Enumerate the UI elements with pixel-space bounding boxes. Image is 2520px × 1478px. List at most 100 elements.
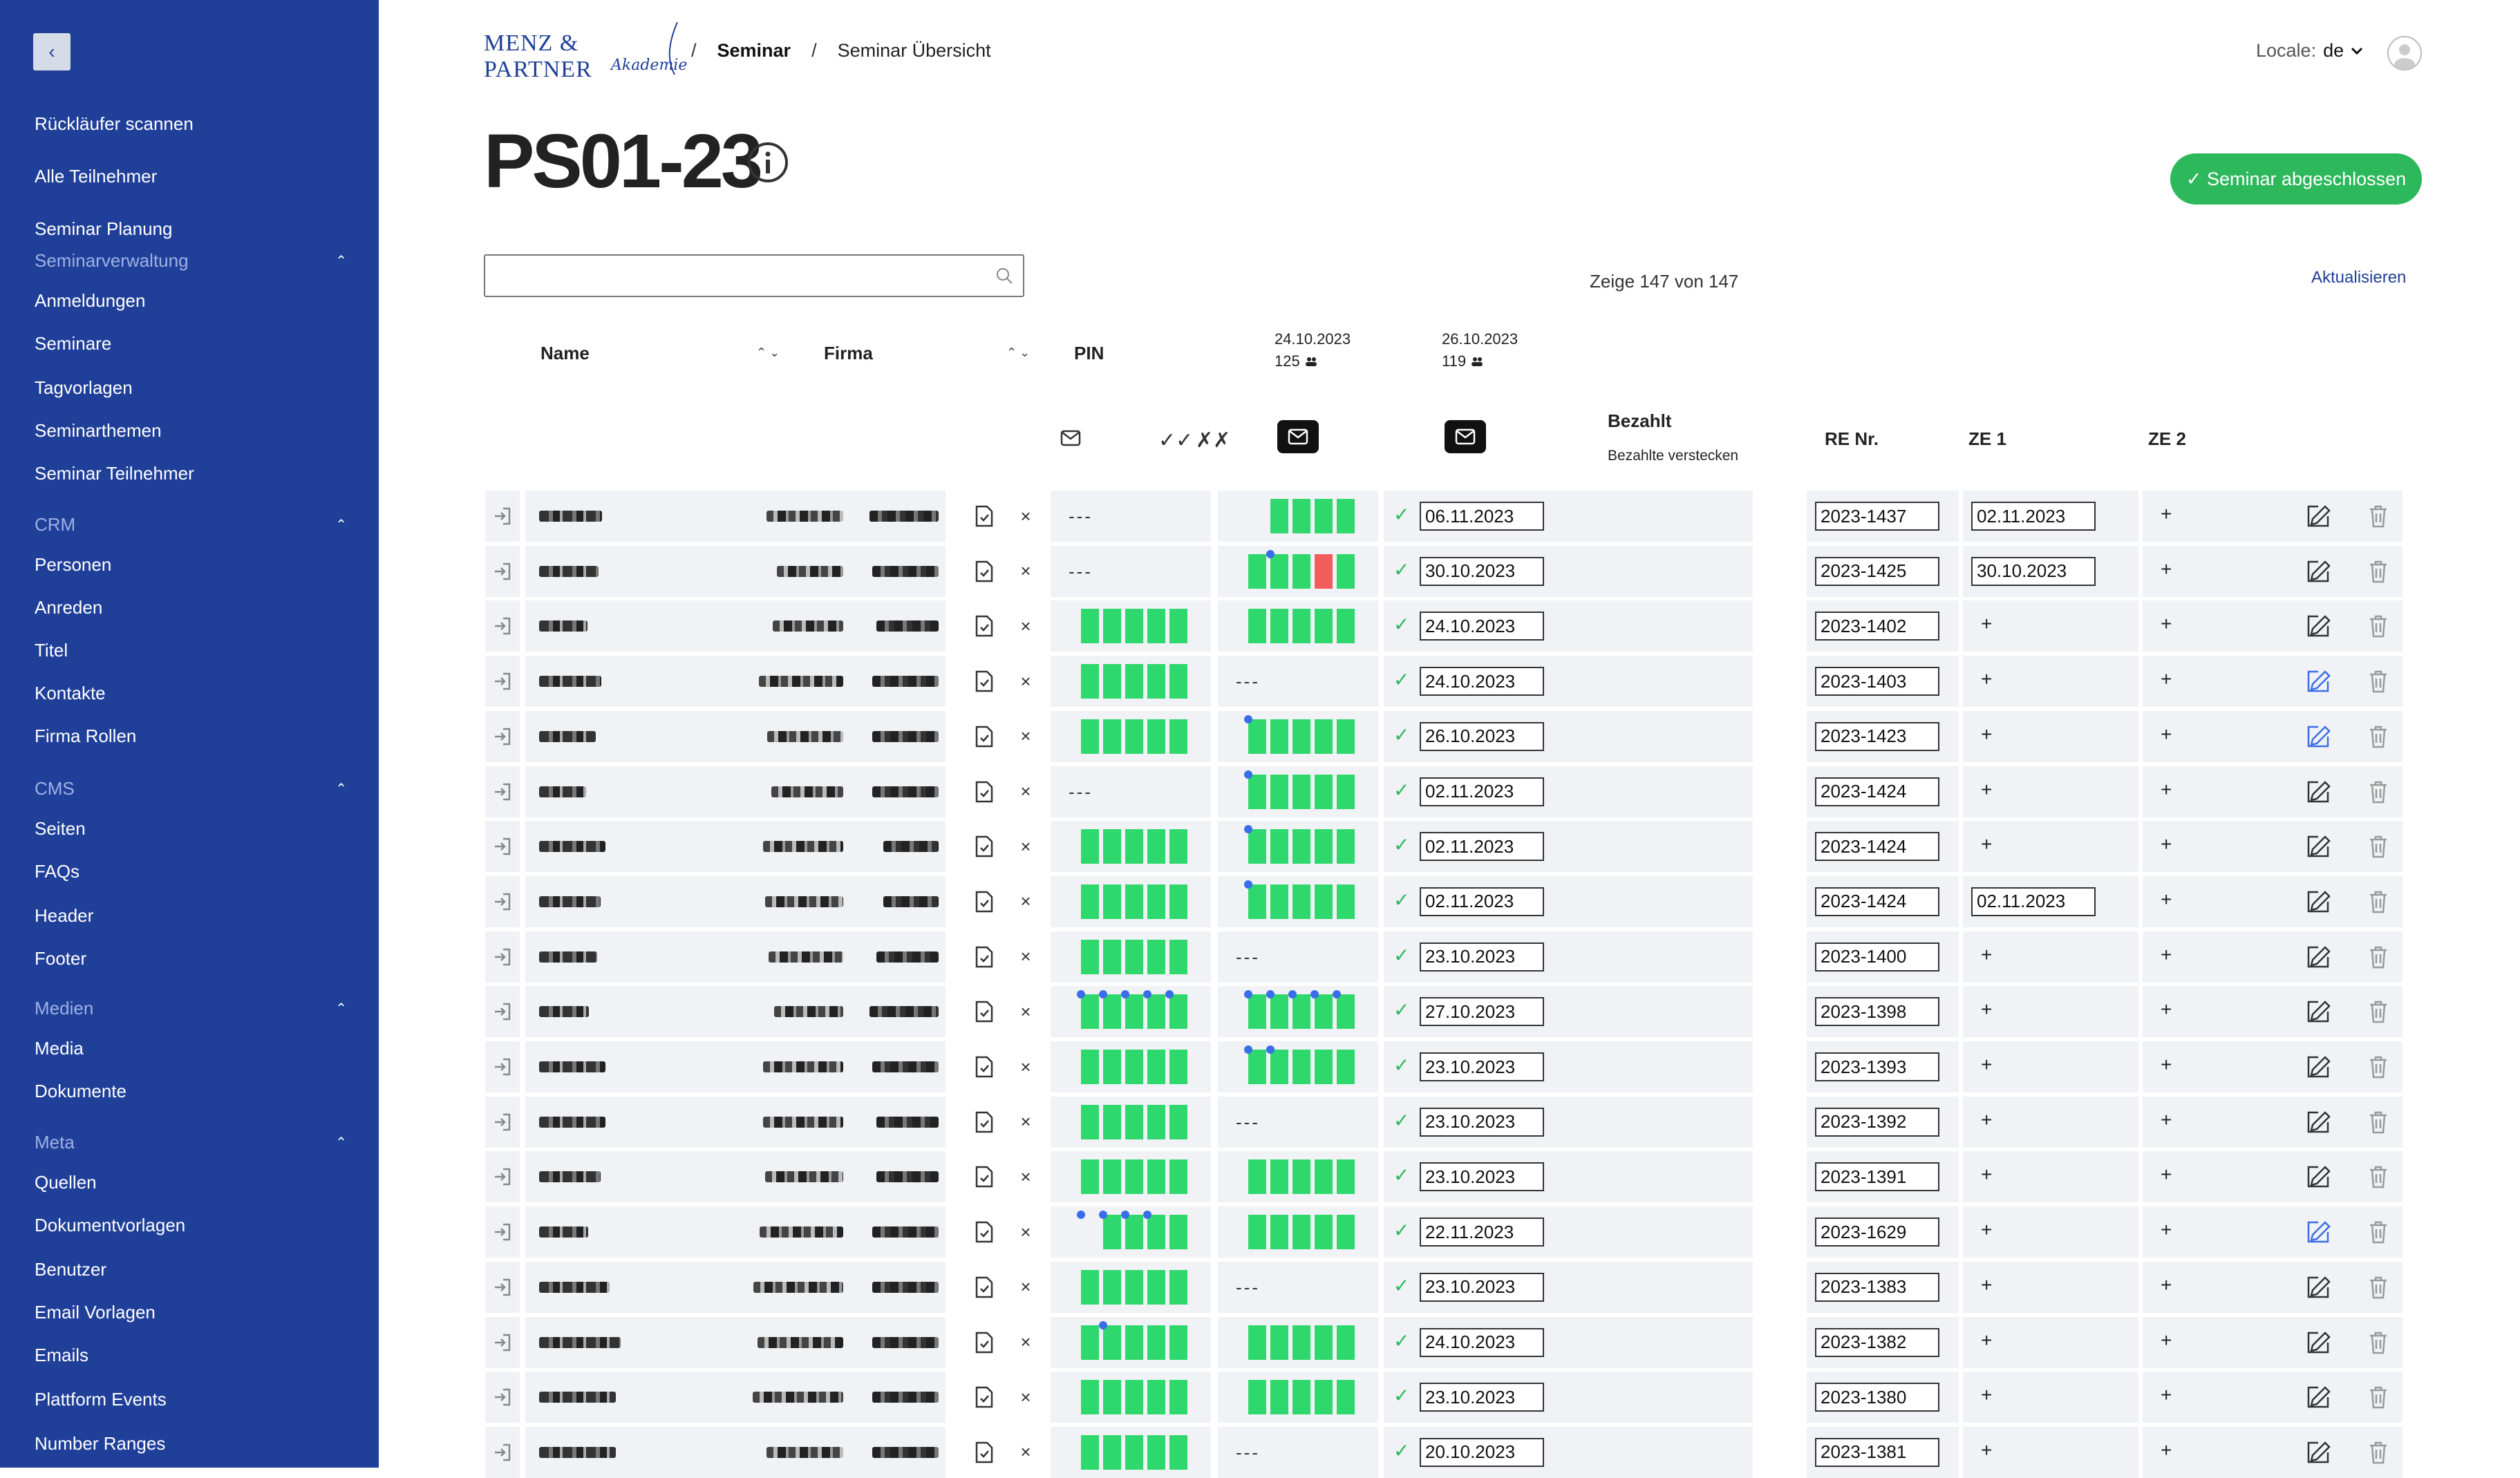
attendance-slot[interactable] [1169,939,1187,974]
sidebar-item-firma-rollen[interactable]: Firma Rollen [35,726,136,747]
paid-date-input[interactable] [1420,1218,1544,1247]
day2-attendance[interactable] [1218,766,1378,817]
day2-attendance[interactable]: --- [1218,1096,1378,1148]
attendance-slot[interactable] [1125,609,1143,644]
ze1-date-input[interactable] [1971,502,2096,531]
attendance-slot[interactable] [1147,1159,1165,1195]
sidebar-item-plattform-events[interactable]: Plattform Events [35,1389,167,1410]
attendance-slot[interactable] [1099,990,1121,1030]
hide-paid-toggle[interactable]: Bezahlte verstecken [1608,448,1738,464]
day1-attendance[interactable] [1051,1372,1211,1423]
attendance-slot[interactable] [1315,829,1333,864]
attendance-slot[interactable] [1081,609,1099,644]
attendance-slot[interactable] [1125,884,1143,919]
document-button[interactable] [963,1041,1005,1092]
day1-attendance[interactable] [1051,875,1211,927]
attendance-slot[interactable] [1266,1045,1288,1084]
invoice-number-input[interactable] [1815,1383,1939,1412]
checkin-button[interactable] [485,1372,520,1423]
delete-button[interactable] [2354,600,2403,652]
reject-button[interactable]: × [1005,1206,1046,1258]
edit-button[interactable] [2293,491,2343,542]
attendance-slot[interactable] [1292,1325,1310,1360]
add-ze2-button[interactable]: + [2161,1439,2172,1461]
edit-button[interactable] [2293,545,2343,597]
document-button[interactable] [963,711,1005,762]
attendance-slot[interactable] [1081,1104,1099,1139]
edit-button[interactable] [2293,766,2343,817]
document-button[interactable] [963,491,1005,542]
day2-attendance[interactable] [1218,710,1378,762]
attendance-slot[interactable] [1125,664,1143,699]
delete-button[interactable] [2354,1426,2403,1478]
attendance-slot[interactable] [1081,719,1099,754]
sidebar-item-benutzer[interactable]: Benutzer [35,1259,106,1280]
attendance-slot[interactable] [1169,1434,1187,1470]
attendance-slot[interactable] [1169,719,1187,754]
sidebar-item-faqs[interactable]: FAQs [35,861,79,882]
attendance-slot[interactable] [1165,990,1187,1030]
add-ze2-button[interactable]: + [2161,998,2172,1021]
attendance-slot[interactable] [1147,1050,1165,1084]
attendance-slot[interactable] [1121,990,1143,1030]
day1-attendance[interactable] [1051,656,1211,708]
document-button[interactable] [963,1372,1005,1423]
checkin-button[interactable] [485,1151,520,1203]
day2-attendance[interactable] [1218,1372,1378,1423]
attendance-slot[interactable] [1147,1325,1165,1360]
paid-date-input[interactable] [1420,1052,1544,1081]
attendance-slot[interactable] [1315,1050,1333,1084]
add-ze1-button[interactable]: + [1981,779,1992,801]
attendance-slot[interactable] [1147,664,1165,699]
attendance-slot[interactable] [1292,609,1310,644]
attendance-slot[interactable] [1248,609,1266,644]
day2-attendance[interactable] [1218,1206,1378,1258]
day2-attendance[interactable] [1218,1151,1378,1203]
attendance-slot[interactable] [1081,829,1099,864]
attendance-slot[interactable] [1315,884,1333,919]
attendance-slot[interactable] [1248,553,1266,589]
checkin-button[interactable] [485,600,520,652]
document-button[interactable] [963,546,1005,597]
reject-button[interactable]: × [1005,876,1046,927]
invoice-number-input[interactable] [1815,942,1939,972]
day2-attendance[interactable] [1218,1316,1378,1368]
document-button[interactable] [963,821,1005,872]
day2-attendance[interactable] [1218,821,1378,873]
add-ze1-button[interactable]: + [1981,1109,1992,1131]
attendance-slot[interactable] [1081,1159,1099,1195]
sidebar-item-emails[interactable]: Emails [35,1345,88,1366]
checkin-button[interactable] [485,1096,520,1148]
attendance-slot[interactable] [1125,939,1143,974]
invoice-number-input[interactable] [1815,667,1939,697]
add-ze2-button[interactable]: + [2161,558,2172,580]
delete-button[interactable] [2354,1096,2403,1148]
reject-button[interactable]: × [1005,711,1046,762]
day1-attendance[interactable] [1051,1096,1211,1148]
add-ze2-button[interactable]: + [2161,779,2172,801]
attendance-slot[interactable] [1103,719,1121,754]
attendance-slot[interactable] [1292,829,1310,864]
day1-attendance[interactable]: --- [1051,766,1211,817]
attendance-slot[interactable] [1270,719,1288,754]
attendance-slot[interactable] [1337,1215,1355,1250]
day1-mail-button[interactable] [1277,420,1319,453]
paid-date-input[interactable] [1420,667,1544,697]
attendance-slot[interactable] [1333,990,1355,1030]
attendance-slot[interactable] [1103,664,1121,699]
delete-button[interactable] [2354,1372,2403,1423]
add-ze2-button[interactable]: + [2161,1054,2172,1076]
attendance-slot[interactable] [1169,1104,1187,1139]
paid-date-input[interactable] [1420,777,1544,806]
attendance-slot[interactable] [1248,1325,1266,1360]
attendance-slot[interactable] [1169,1215,1187,1250]
attendance-slot[interactable] [1244,825,1266,864]
delete-button[interactable] [2354,1261,2403,1313]
document-button[interactable] [963,1317,1005,1368]
breadcrumb-seminar[interactable]: Seminar [717,40,791,61]
attendance-slot[interactable] [1337,719,1355,754]
add-ze1-button[interactable]: + [1981,1329,1992,1352]
attendance-slot[interactable] [1337,1159,1355,1195]
attendance-slot[interactable] [1081,1325,1099,1360]
edit-button[interactable] [2293,1041,2343,1092]
